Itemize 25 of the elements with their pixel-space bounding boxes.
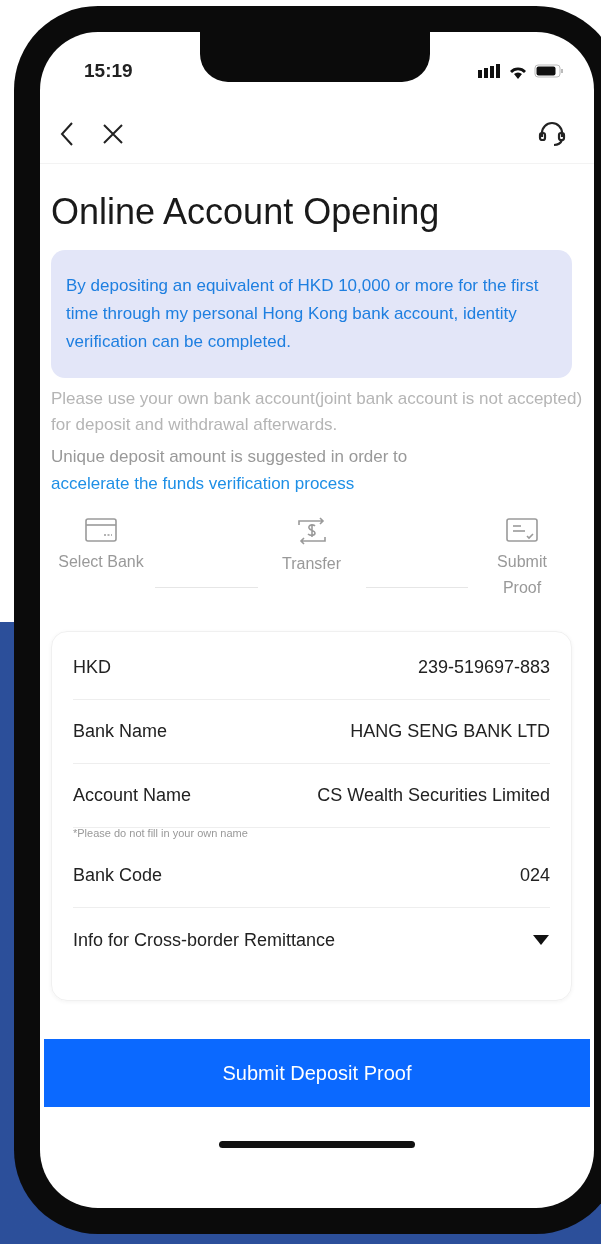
field-value: CS Wealth Securities Limited [317, 784, 550, 807]
page-title: Online Account Opening [51, 190, 441, 234]
step-label: Submit Proof [496, 552, 548, 598]
hint-text: *Please do not fill in your own name [73, 826, 248, 840]
field-label: HKD [73, 656, 111, 679]
field-value: 024 [519, 864, 550, 887]
notice-text: Please use your own bank account(joint bank account is not accepted) for deposit and withdrawal afterwards. [51, 388, 583, 436]
status-time: 15:19 [84, 58, 133, 83]
step-label: Select Bank [58, 552, 144, 572]
field-label: Account Name [73, 784, 192, 807]
step-label: Transfer [282, 554, 341, 574]
info-banner: By depositing an equivalent of HKD 10,000 or more for the first time through my personal Hong Kong bank account, identity verification can be completed. [51, 250, 572, 378]
suggestion-text: Unique deposit amount is suggested in order to [51, 446, 409, 468]
card-icon [84, 517, 118, 543]
document-check-icon [505, 517, 539, 543]
caret-icon [532, 934, 550, 946]
field-label: Bank Name [73, 720, 168, 743]
submit-deposit-proof-button[interactable]: Submit Deposit Proof [44, 1039, 590, 1107]
signal-icon [478, 64, 502, 78]
battery-icon [534, 64, 564, 78]
field-value: HANG SENG BANK LTD [350, 720, 550, 743]
field-label: Bank Code [73, 864, 163, 887]
verification-link[interactable]: accelerate the funds verification process [51, 470, 583, 497]
field-value: 239-519697-883 [417, 656, 550, 679]
remittance-info-toggle[interactable]: Info for Cross-border Remittance [73, 908, 550, 972]
